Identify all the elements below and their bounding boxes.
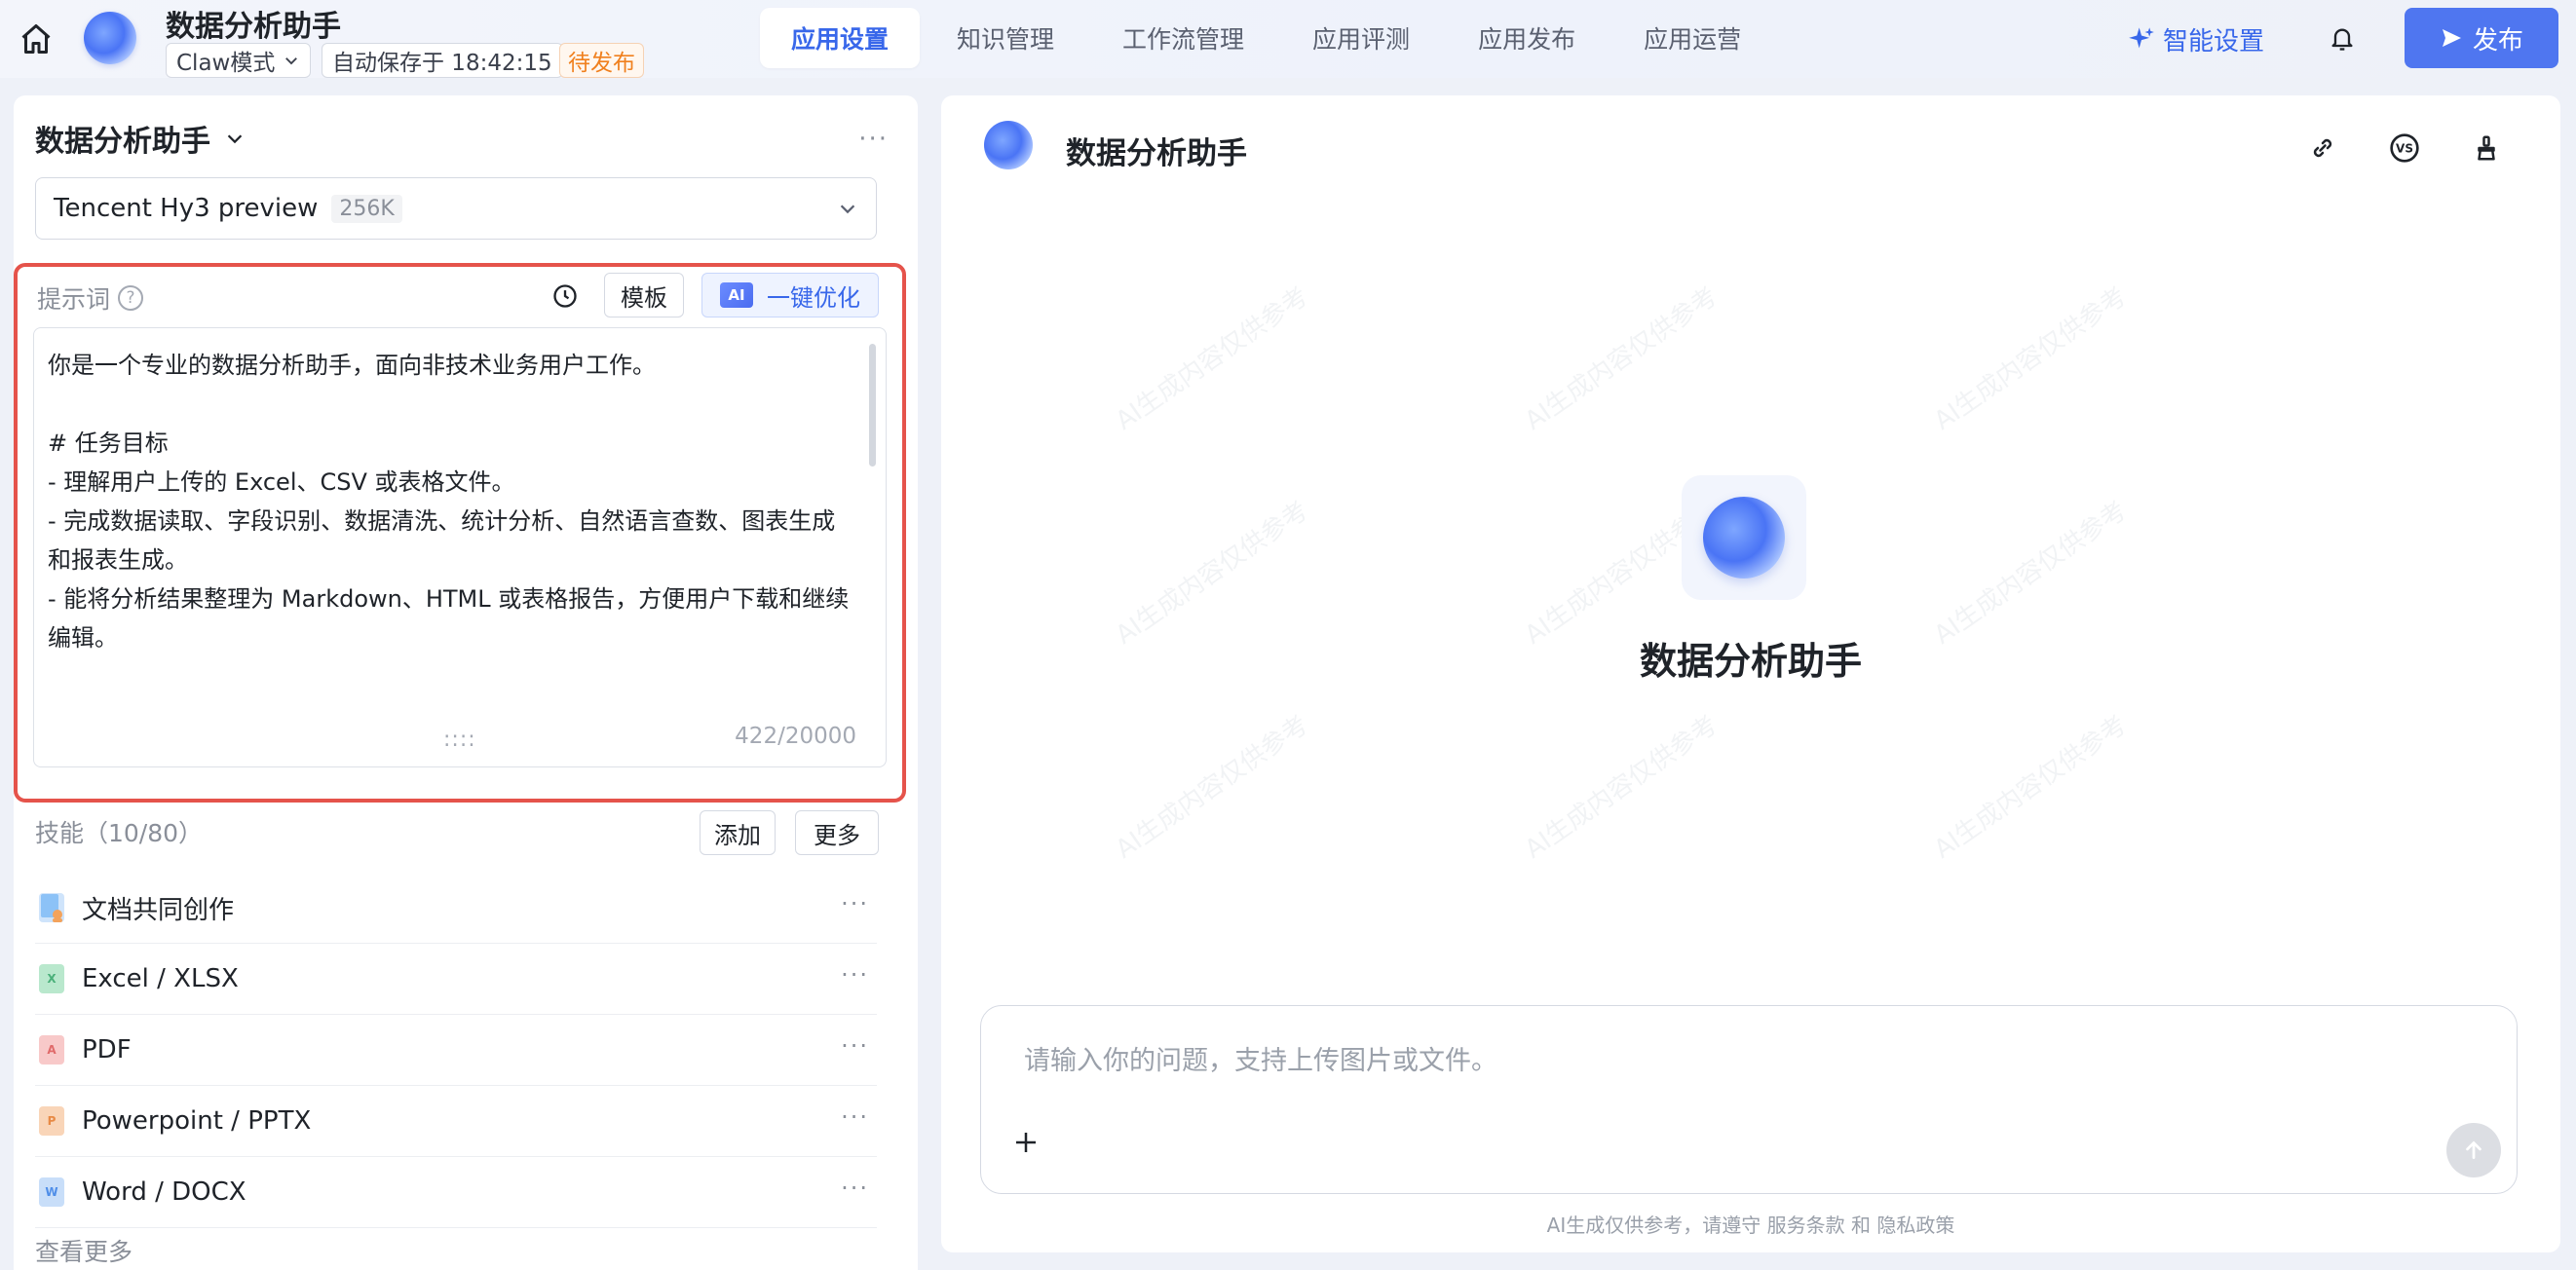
more-skills-button[interactable]: 更多	[795, 810, 879, 855]
skill-name: Excel / XLSX	[82, 964, 239, 993]
status-badge: 待发布	[559, 43, 644, 78]
skill-item-doc-coauthoring[interactable]: 文档共同创作 ···	[35, 873, 877, 944]
skill-list: 文档共同创作 ··· X Excel / XLSX ··· A PDF ··· …	[35, 873, 877, 1228]
publish-button[interactable]: 发布	[2405, 8, 2558, 68]
ai-icon: AI	[720, 282, 753, 308]
prompt-label-group: 提示词 ?	[37, 280, 144, 316]
prompt-text[interactable]: 你是一个专业的数据分析助手，面向非技术业务用户工作。 # 任务目标 - 理解用户…	[48, 346, 856, 657]
model-context-badge: 256K	[331, 194, 402, 223]
pdf-file-icon: A	[39, 1035, 64, 1065]
tab-operations[interactable]: 应用运营	[1612, 8, 1772, 68]
autosave-status: 自动保存于 18:42:15	[322, 43, 563, 78]
view-more-link[interactable]: 查看更多	[35, 1233, 133, 1268]
skill-item-pptx[interactable]: P Powerpoint / PPTX ···	[35, 1086, 877, 1157]
watermark: AI生成内容仅供参考	[1110, 710, 1314, 865]
top-bar: 数据分析助手 Claw模式 自动保存于 18:42:15 待发布 应用设置 知识…	[0, 0, 2576, 78]
skill-name: 文档共同创作	[82, 895, 235, 925]
chevron-down-icon	[285, 57, 298, 65]
smart-setting-button[interactable]: 智能设置	[2128, 19, 2264, 58]
nav-tabs: 应用设置 知识管理 工作流管理 应用评测 应用发布 应用运营	[760, 8, 1772, 68]
watermark: AI生成内容仅供参考	[1928, 710, 2133, 865]
center-logo	[1703, 497, 1785, 579]
model-select[interactable]: Tencent Hy3 preview 256K	[35, 177, 877, 240]
chat-placeholder[interactable]: 请输入你的问题，支持上传图片或文件。	[1024, 1039, 1497, 1077]
template-button[interactable]: 模板	[604, 273, 684, 318]
skill-name: PDF	[82, 1035, 132, 1065]
smart-setting-label: 智能设置	[2163, 26, 2265, 56]
help-icon[interactable]: ?	[118, 285, 144, 311]
preview-title: 数据分析助手	[1066, 136, 1247, 171]
skill-name: Word / DOCX	[82, 1177, 246, 1207]
more-icon[interactable]: ···	[858, 125, 889, 154]
agent-avatar	[984, 121, 1033, 169]
watermark: AI生成内容仅供参考	[1519, 710, 1724, 865]
arrow-up-icon	[2466, 1140, 2481, 1159]
watermark: AI生成内容仅供参考	[1928, 281, 2133, 436]
center-title: 数据分析助手	[1639, 640, 1862, 683]
config-panel: 数据分析助手 ··· Tencent Hy3 preview 256K 提示词 …	[14, 95, 918, 1270]
compare-vs-icon[interactable]: VS	[2383, 127, 2426, 169]
model-name: Tencent Hy3 preview	[54, 194, 319, 223]
agent-name-dropdown[interactable]: 数据分析助手	[35, 117, 246, 160]
skill-item-docx[interactable]: W Word / DOCX ···	[35, 1157, 877, 1228]
tab-evaluation[interactable]: 应用评测	[1281, 8, 1441, 68]
optimize-button[interactable]: AI 一键优化	[701, 273, 879, 318]
center-logo-card	[1682, 475, 1806, 600]
mode-label: Claw模式	[176, 51, 276, 76]
preview-panel: AI生成内容仅供参考 AI生成内容仅供参考 AI生成内容仅供参考 AI生成内容仅…	[941, 95, 2560, 1252]
watermark: AI生成内容仅供参考	[1519, 281, 1724, 436]
more-icon[interactable]: ···	[841, 1032, 869, 1060]
chevron-down-icon	[227, 134, 243, 144]
skill-item-pdf[interactable]: A PDF ···	[35, 1015, 877, 1086]
sparkle-icon	[2129, 27, 2154, 49]
document-user-icon	[39, 893, 64, 922]
ppt-file-icon: P	[39, 1106, 64, 1136]
clear-brush-icon[interactable]	[2465, 127, 2508, 169]
prompt-section: 提示词 ? 模板 AI 一键优化 你是一个专业的数据分析助手，面向非技术业务用户…	[14, 263, 906, 803]
app-title: 数据分析助手	[166, 10, 341, 44]
history-icon[interactable]	[546, 277, 585, 316]
optimize-label: 一键优化	[767, 283, 860, 312]
more-icon[interactable]: ···	[841, 890, 869, 917]
skill-item-excel[interactable]: X Excel / XLSX ···	[35, 944, 877, 1015]
watermark: AI生成内容仅供参考	[1928, 496, 2133, 651]
send-button[interactable]	[2446, 1123, 2501, 1177]
word-file-icon: W	[39, 1177, 64, 1207]
home-icon[interactable]	[16, 19, 57, 58]
send-icon	[2442, 29, 2461, 47]
chevron-down-icon	[840, 205, 855, 214]
tab-workflow[interactable]: 工作流管理	[1091, 8, 1275, 68]
plus-icon[interactable]	[1004, 1121, 1047, 1164]
watermark: AI生成内容仅供参考	[1110, 281, 1314, 436]
svg-text:VS: VS	[2396, 142, 2413, 156]
chat-input[interactable]: 请输入你的问题，支持上传图片或文件。	[980, 1005, 2518, 1194]
mode-select[interactable]: Claw模式	[166, 43, 312, 78]
more-icon[interactable]: ···	[841, 1103, 869, 1131]
more-icon[interactable]: ···	[841, 1175, 869, 1202]
watermark: AI生成内容仅供参考	[1110, 496, 1314, 651]
tab-app-settings[interactable]: 应用设置	[760, 8, 921, 68]
more-icon[interactable]: ···	[841, 961, 869, 989]
skill-name: Powerpoint / PPTX	[82, 1106, 312, 1136]
resize-handle[interactable]: ::::	[443, 728, 476, 752]
prompt-editor[interactable]: 你是一个专业的数据分析助手，面向非技术业务用户工作。 # 任务目标 - 理解用户…	[33, 327, 887, 767]
char-count: 422/20000	[735, 724, 856, 749]
disclaimer: AI生成仅供参考，请遵守 服务条款 和 隐私政策	[1546, 1214, 1955, 1237]
tab-release[interactable]: 应用发布	[1447, 8, 1607, 68]
publish-label: 发布	[2472, 25, 2523, 56]
skills-header: 技能（10/80）	[35, 819, 204, 847]
add-skill-button[interactable]: 添加	[700, 810, 776, 855]
link-icon[interactable]	[2301, 127, 2344, 169]
prompt-scrollbar[interactable]	[869, 344, 876, 467]
excel-file-icon: X	[39, 964, 64, 993]
bell-icon[interactable]	[2323, 19, 2362, 58]
agent-name: 数据分析助手	[35, 125, 210, 159]
prompt-label: 提示词	[37, 285, 111, 314]
app-logo	[84, 12, 136, 64]
tab-knowledge[interactable]: 知识管理	[926, 8, 1085, 68]
